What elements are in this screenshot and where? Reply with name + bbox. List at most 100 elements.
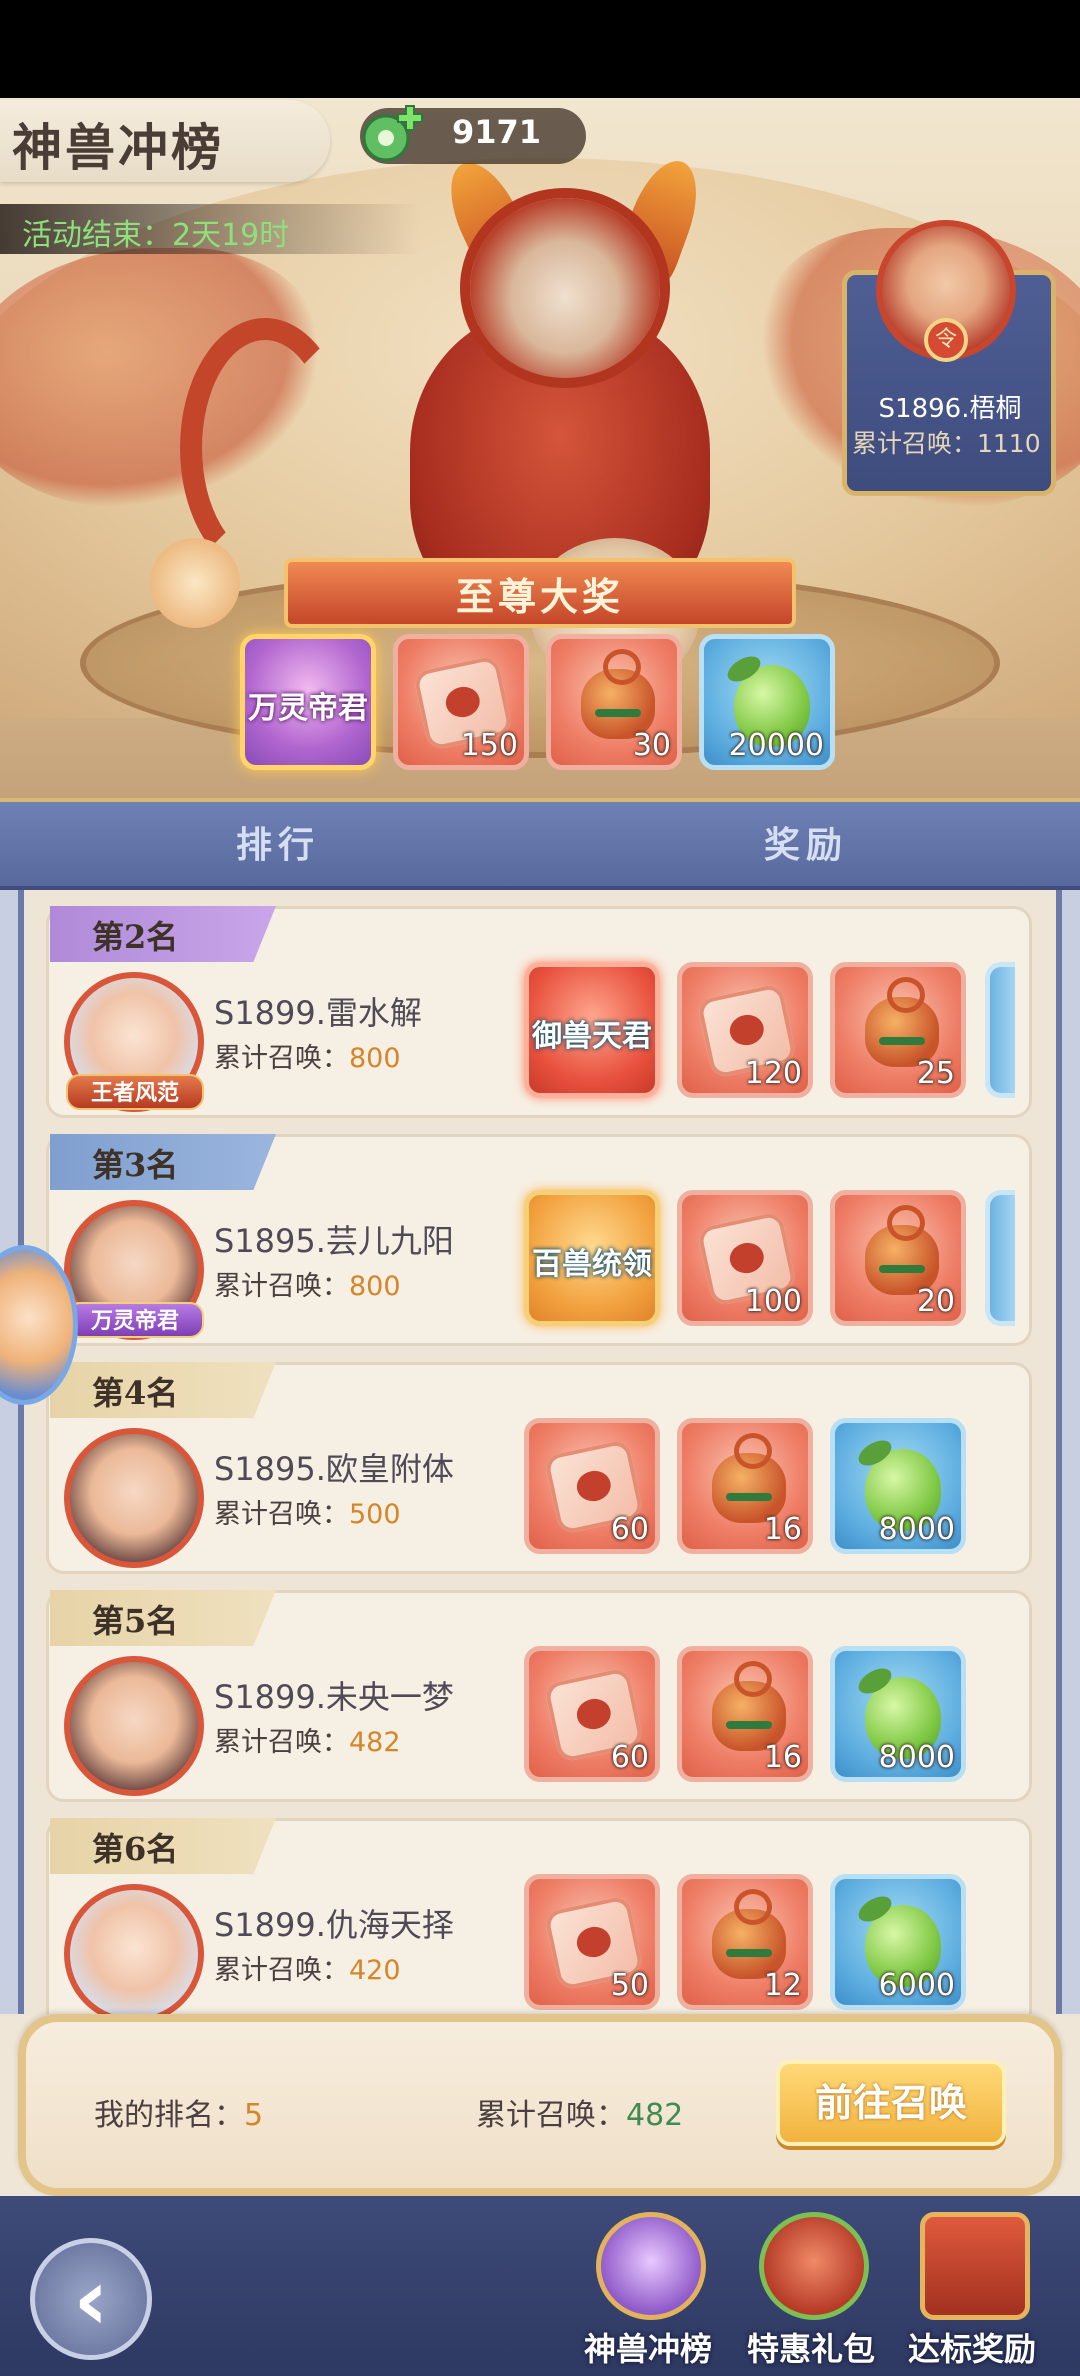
item-quantity: 8000 — [878, 1740, 955, 1775]
item-quantity: 16 — [763, 1512, 802, 1547]
player-name: S1899.雷水解 — [214, 994, 422, 1032]
reward-item-fruit[interactable]: 8000 — [830, 1646, 966, 1782]
reward-item-bell[interactable]: 20 — [830, 1190, 966, 1326]
avatar[interactable] — [64, 1428, 204, 1568]
avatar-title-badge: 万灵帝君 — [66, 1302, 204, 1338]
beast-tail-tuft — [150, 538, 240, 628]
item-quantity: 25 — [916, 1056, 955, 1091]
grand-prize-item-bell[interactable]: 30 — [546, 634, 682, 770]
beast-head — [470, 198, 660, 378]
summon-value: 800 — [349, 1043, 401, 1074]
avatar[interactable] — [64, 1656, 204, 1796]
my-summon-value: 482 — [626, 2098, 684, 2133]
item-quantity: 30 — [632, 728, 671, 763]
reward-item-puzzle[interactable]: 120 — [677, 962, 813, 1098]
item-quantity: 8000 — [878, 1512, 955, 1547]
rank-seal-icon: 令 — [924, 318, 968, 362]
item-quantity: 16 — [763, 1740, 802, 1775]
top-player-summon: 累计召唤：1110 — [852, 429, 1041, 458]
player-name: S1899.未央一梦 — [214, 1678, 454, 1716]
reward-item-bell[interactable]: 12 — [677, 1874, 813, 2010]
tab-rank[interactable]: 排行 — [236, 816, 320, 868]
reward-item-partial[interactable] — [985, 962, 1015, 1098]
summon-label: 累计召唤： — [214, 1043, 349, 1074]
item-quantity: 20 — [916, 1284, 955, 1319]
reward-item-puzzle[interactable]: 60 — [524, 1418, 660, 1554]
reward-item-partial[interactable] — [985, 1190, 1015, 1326]
activity-page: 神兽冲榜 9171 活动结束：2天19时 令 S1896.梧桐 累计召唤：111… — [0, 0, 1080, 2376]
reward-item-title[interactable]: 百兽统领 — [524, 1190, 660, 1326]
rank-label: 第5名 — [92, 1602, 179, 1640]
my-rank-value: 5 — [244, 2098, 264, 2133]
item-quantity: 20000 — [728, 728, 824, 763]
nav-label: 特惠礼包 — [746, 2330, 875, 2368]
go-summon-button[interactable]: 前往召唤 — [776, 2060, 1006, 2146]
beast-ranking-icon — [596, 2212, 706, 2320]
reward-item-bell[interactable]: 25 — [830, 962, 966, 1098]
reward-item-puzzle[interactable]: 50 — [524, 1874, 660, 2010]
summon-count: 累计召唤：482 — [214, 1720, 401, 1759]
rank-label: 第4名 — [92, 1374, 179, 1412]
grand-prize-item-title[interactable]: 万灵帝君 — [240, 634, 376, 770]
item-quantity: 60 — [610, 1740, 649, 1775]
reward-item-puzzle[interactable]: 100 — [677, 1190, 813, 1326]
summon-label: 累计召唤： — [214, 1499, 349, 1530]
rank-label: 第3名 — [92, 1146, 179, 1184]
player-name: S1895.芸儿九阳 — [214, 1222, 454, 1260]
nav-item-beast-ranking[interactable]: 神兽冲榜 — [572, 2212, 722, 2368]
grand-prize-item-fruit[interactable]: 20000 — [699, 634, 835, 770]
avatar-title-badge: 王者风范 — [66, 1074, 204, 1110]
treasure-chest-icon — [920, 2212, 1030, 2320]
reward-item-fruit[interactable]: 6000 — [830, 1874, 966, 2010]
my-summon: 累计召唤：482 — [476, 2090, 683, 2134]
reward-item-bell[interactable]: 16 — [677, 1418, 813, 1554]
summon-value: 800 — [349, 1271, 401, 1302]
jade-plus-icon[interactable] — [358, 104, 424, 166]
summon-count: 累计召唤：500 — [214, 1492, 401, 1531]
currency-value: 9171 — [452, 113, 542, 151]
summon-count: 累计召唤：420 — [214, 1948, 401, 1987]
grand-prize-item-puzzle[interactable]: 150 — [393, 634, 529, 770]
summon-count: 累计召唤：800 — [214, 1264, 401, 1303]
nav-item-gift-pack[interactable]: 特惠礼包 — [735, 2212, 885, 2368]
nav-label: 神兽冲榜 — [583, 2330, 712, 2368]
reward-item-title[interactable]: 御兽天君 — [524, 962, 660, 1098]
reward-item-puzzle[interactable]: 60 — [524, 1646, 660, 1782]
my-rank: 我的排名：5 — [94, 2090, 263, 2134]
item-quantity: 50 — [610, 1968, 649, 2003]
item-quantity: 60 — [610, 1512, 649, 1547]
reward-item-fruit[interactable]: 8000 — [830, 1418, 966, 1554]
rank-label: 第6名 — [92, 1830, 179, 1868]
item-quantity: 6000 — [878, 1968, 955, 2003]
reward-item-bell[interactable]: 16 — [677, 1646, 813, 1782]
item-quantity: 150 — [460, 728, 518, 763]
summon-label: 累计召唤： — [214, 1727, 349, 1758]
ranking-list[interactable]: 第2名 王者风范 S1899.雷水解 累计召唤：800 御兽天君 120 25 … — [0, 890, 1080, 2014]
grand-prize-label: 至尊大奖 — [455, 574, 624, 619]
rank-label: 第2名 — [92, 918, 179, 956]
title-frame-label: 万灵帝君 — [248, 691, 368, 726]
nav-label: 达标奖励 — [907, 2330, 1036, 2368]
player-name: S1899.仇海天择 — [214, 1906, 454, 1944]
summon-value: 500 — [349, 1499, 401, 1530]
countdown-text: 活动结束：2天19时 — [22, 218, 290, 253]
tab-reward[interactable]: 奖励 — [764, 816, 848, 868]
title-frame-label: 御兽天君 — [532, 1019, 652, 1054]
title-frame-label: 百兽统领 — [532, 1247, 652, 1282]
item-quantity: 100 — [744, 1284, 802, 1319]
nav-item-reward[interactable]: 达标奖励 — [896, 2212, 1046, 2368]
item-quantity: 12 — [763, 1968, 802, 2003]
my-rank-label: 我的排名： — [94, 2098, 244, 2133]
back-arrow-icon: ‹ — [73, 2250, 109, 2350]
summon-value: 420 — [349, 1955, 401, 1986]
top-player-name: S1896.梧桐 — [878, 394, 1022, 424]
page-title: 神兽冲榜 — [12, 118, 224, 177]
my-summon-label: 累计召唤： — [476, 2098, 626, 2133]
item-quantity: 120 — [744, 1056, 802, 1091]
summon-label: 累计召唤： — [214, 1955, 349, 1986]
list-header-tabs — [0, 798, 1080, 890]
summon-label: 累计召唤： — [214, 1271, 349, 1302]
status-bar — [0, 0, 1080, 98]
avatar[interactable] — [64, 1884, 204, 2014]
summon-count: 累计召唤：800 — [214, 1036, 401, 1075]
